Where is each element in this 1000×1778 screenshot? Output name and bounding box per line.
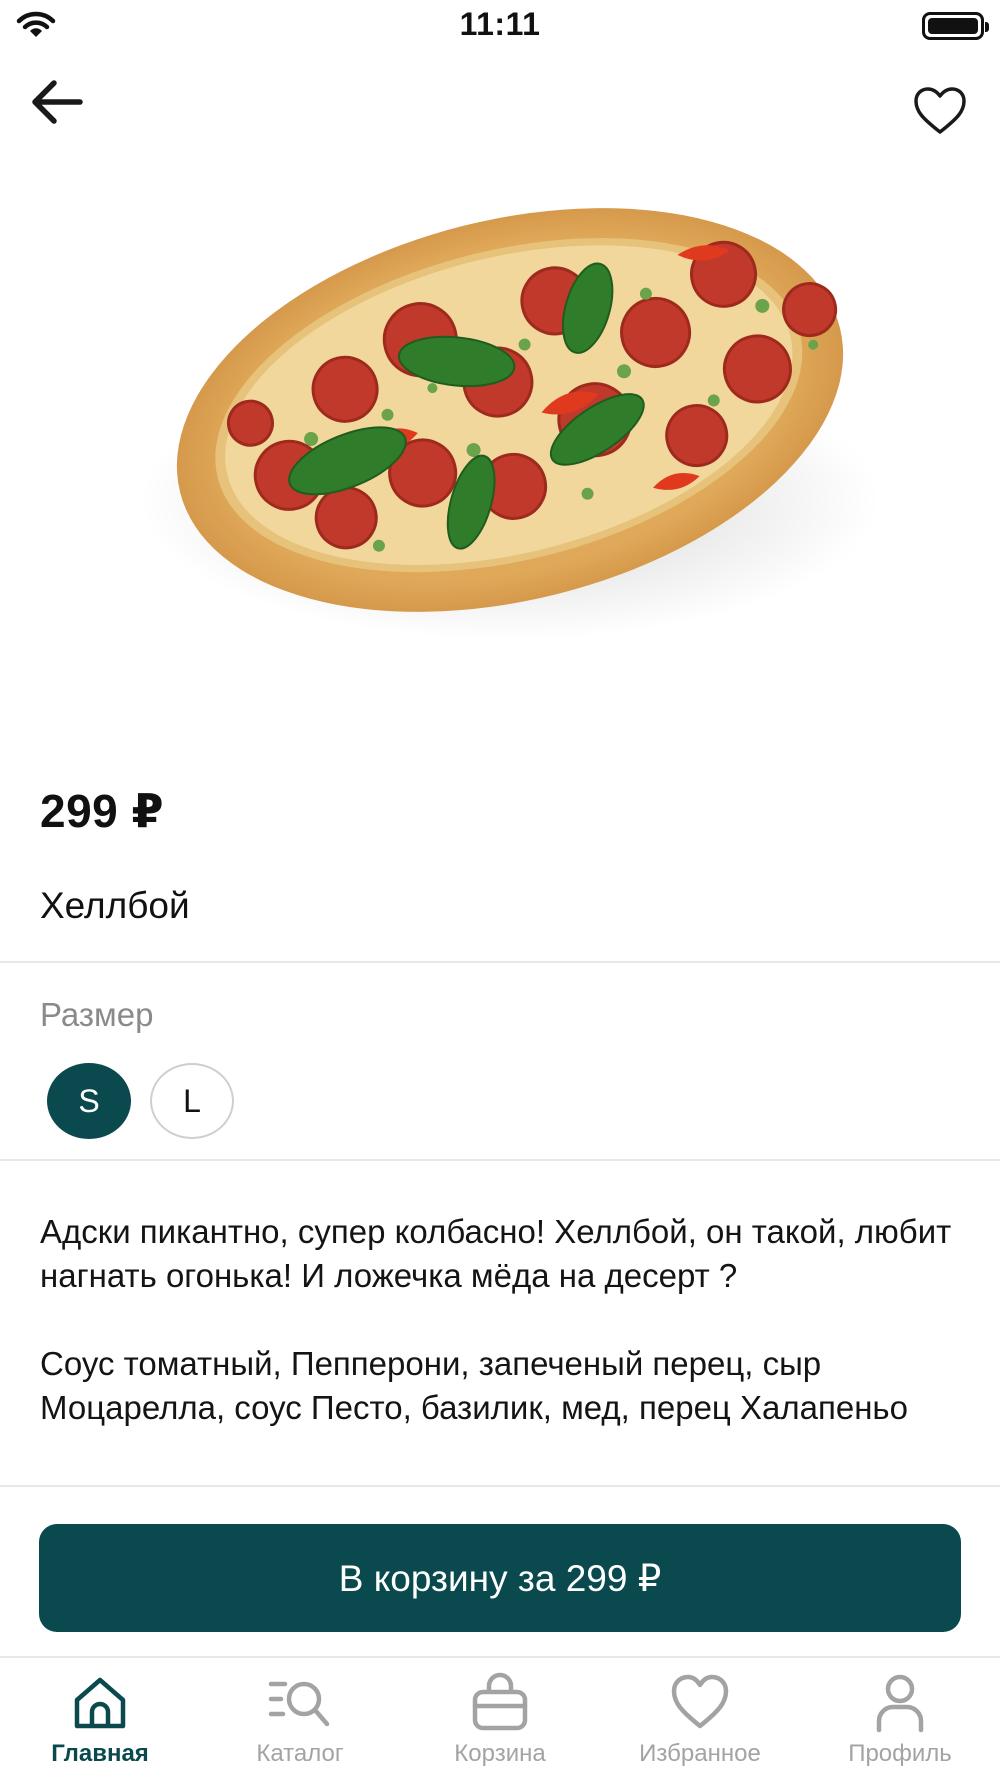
heart-icon [671, 1674, 729, 1729]
add-to-cart-button[interactable]: В корзину за 299 ₽ [39, 1524, 961, 1632]
product-price: 299 ₽ [40, 785, 165, 837]
tab-label: Избранное [639, 1740, 761, 1767]
size-option-s[interactable]: S [47, 1063, 131, 1139]
product-name: Хеллбой [40, 885, 190, 926]
tab-cart[interactable]: Корзина [400, 1672, 600, 1778]
size-label: Размер [40, 996, 154, 1033]
pizza-image [140, 208, 880, 640]
tab-profile[interactable]: Профиль [800, 1672, 1000, 1778]
tab-home[interactable]: Главная [0, 1672, 200, 1778]
tab-label: Профиль [848, 1740, 952, 1767]
tab-label: Каталог [256, 1740, 344, 1767]
back-arrow-icon[interactable] [28, 72, 88, 132]
profile-icon [876, 1674, 924, 1733]
tab-label: Главная [51, 1740, 149, 1767]
tab-label: Корзина [454, 1740, 546, 1767]
status-bar: 11:11 [0, 0, 1000, 50]
ingredients-text: Соус томатный, Пепперони, запеченый пере… [40, 1345, 908, 1426]
divider [0, 961, 1000, 963]
divider [0, 1159, 1000, 1161]
favorite-heart-icon[interactable] [912, 84, 968, 140]
catalog-search-icon [268, 1681, 330, 1727]
battery-icon [922, 12, 989, 40]
product-screen: 11:11 299 ₽ Хеллбой Размер S L Адски пик… [0, 0, 1000, 1778]
tab-favorites[interactable]: Избранное [600, 1672, 800, 1778]
tab-bar: Главная Каталог Корзина Избранное Профил… [0, 1656, 1000, 1778]
description-text: Адски пикантно, супер колбасно! Хеллбой,… [40, 1213, 952, 1294]
product-description: Адски пикантно, супер колбасно! Хеллбой,… [40, 1210, 960, 1430]
bag-icon [472, 1672, 528, 1731]
home-icon [74, 1677, 126, 1729]
divider [0, 1485, 1000, 1487]
status-time: 11:11 [459, 6, 541, 42]
size-option-l[interactable]: L [150, 1063, 234, 1139]
tab-catalog[interactable]: Каталог [200, 1672, 400, 1778]
